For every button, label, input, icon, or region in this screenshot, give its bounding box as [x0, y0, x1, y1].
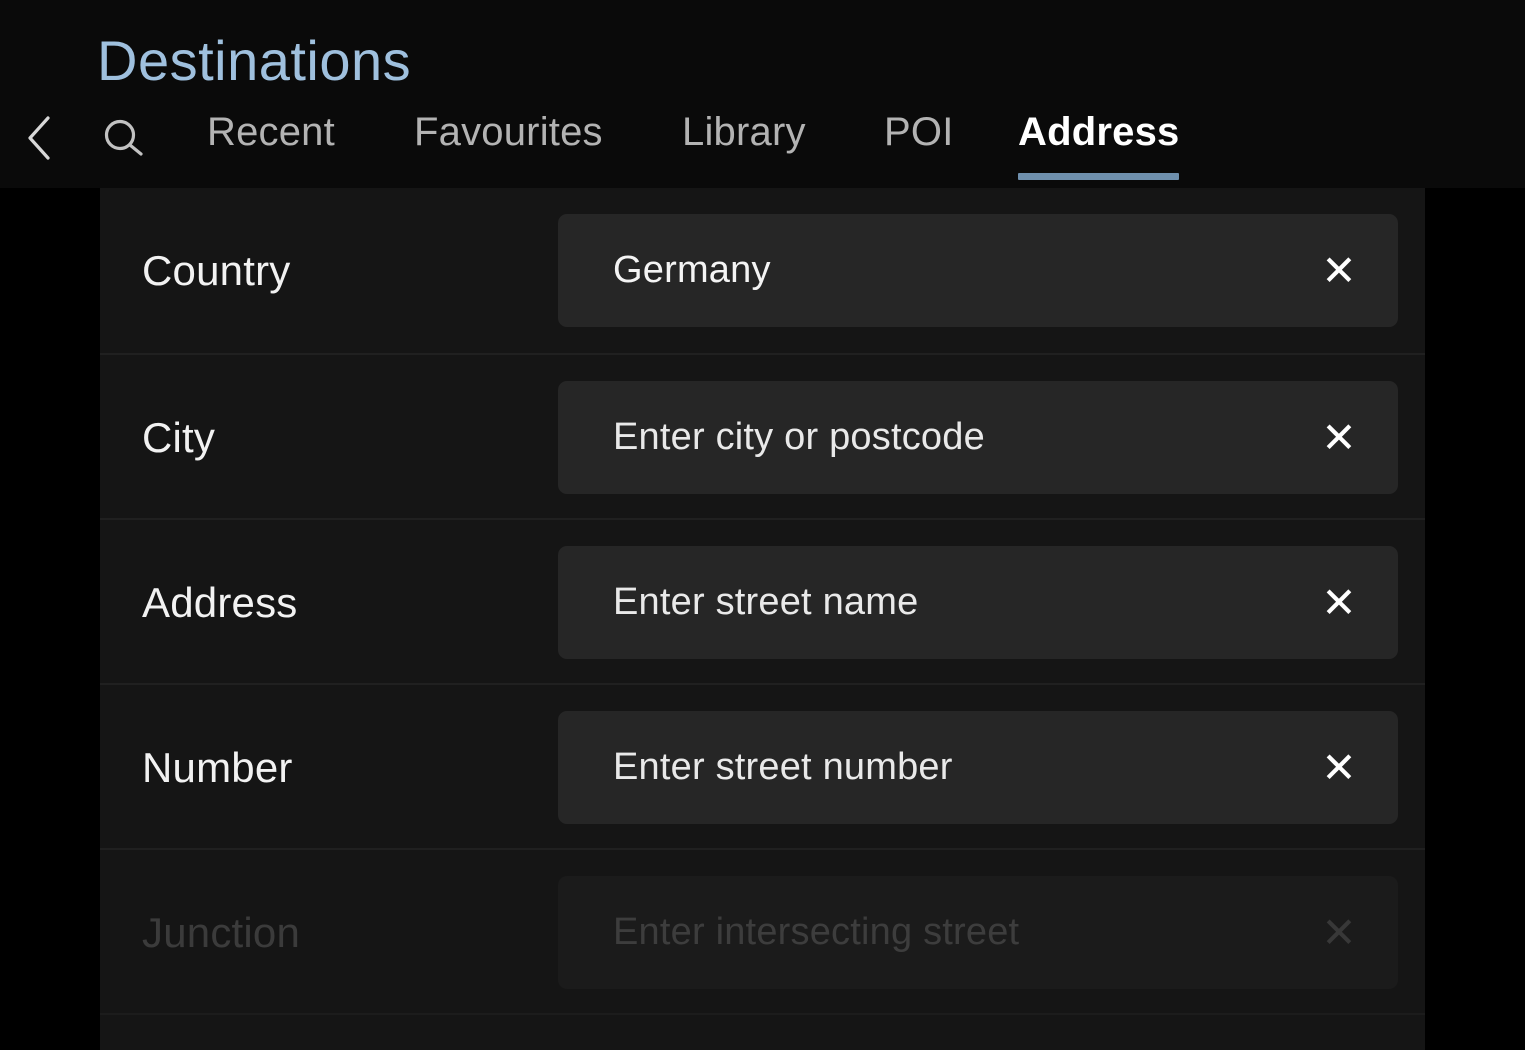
address-input[interactable]: Enter street name ✕: [558, 546, 1398, 659]
address-input-placeholder: Enter street name: [613, 546, 918, 659]
field-label-address: Address: [142, 520, 297, 685]
close-icon: ✕: [1321, 912, 1356, 954]
junction-input-placeholder: Enter intersecting street: [613, 876, 1019, 989]
search-icon: [101, 116, 147, 162]
tab-favourites-label: Favourites: [414, 110, 603, 154]
number-input[interactable]: Enter street number ✕: [558, 711, 1398, 824]
header: Destinations Recent: [0, 0, 1525, 188]
tab-favourites[interactable]: Favourites: [414, 108, 603, 180]
tab-recent-label: Recent: [207, 110, 335, 154]
navigation-tab-bar: Recent Favourites Library POI Address: [0, 108, 1525, 180]
form-row-number: Number Enter street number ✕: [100, 685, 1425, 850]
tab-recent[interactable]: Recent: [207, 108, 335, 180]
close-icon: ✕: [1321, 582, 1356, 624]
tab-library-label: Library: [682, 110, 806, 154]
clear-country-button[interactable]: ✕: [1308, 214, 1370, 327]
address-form: Country Germany ✕ City Enter city or pos…: [100, 188, 1425, 1050]
clear-city-button[interactable]: ✕: [1308, 381, 1370, 494]
close-icon: ✕: [1321, 417, 1356, 459]
chevron-left-icon: [24, 114, 54, 162]
clear-number-button[interactable]: ✕: [1308, 711, 1370, 824]
country-input[interactable]: Germany ✕: [558, 214, 1398, 327]
form-row-junction: Junction Enter intersecting street ✕: [100, 850, 1425, 1015]
close-icon: ✕: [1321, 250, 1356, 292]
clear-address-button[interactable]: ✕: [1308, 546, 1370, 659]
field-label-country: Country: [142, 188, 290, 353]
form-row-city: City Enter city or postcode ✕: [100, 355, 1425, 520]
tab-poi[interactable]: POI: [884, 108, 954, 180]
tab-address-label: Address: [1018, 110, 1179, 154]
form-row-address: Address Enter street name ✕: [100, 520, 1425, 685]
field-label-number: Number: [142, 685, 293, 850]
tab-active-underline: [1018, 173, 1179, 180]
search-button[interactable]: [96, 114, 152, 164]
clear-junction-button: ✕: [1308, 876, 1370, 989]
form-row-country: Country Germany ✕: [100, 188, 1425, 355]
city-input[interactable]: Enter city or postcode ✕: [558, 381, 1398, 494]
destinations-screen: Destinations Recent: [0, 0, 1525, 1050]
city-input-placeholder: Enter city or postcode: [613, 381, 985, 494]
page-title: Destinations: [97, 33, 411, 89]
junction-input: Enter intersecting street ✕: [558, 876, 1398, 989]
tab-library[interactable]: Library: [682, 108, 806, 180]
close-icon: ✕: [1321, 747, 1356, 789]
tab-poi-label: POI: [884, 110, 954, 154]
number-input-placeholder: Enter street number: [613, 711, 953, 824]
country-input-value: Germany: [613, 214, 771, 327]
back-button[interactable]: [17, 112, 61, 164]
tab-address[interactable]: Address: [1018, 108, 1179, 180]
field-label-city: City: [142, 355, 215, 520]
field-label-junction: Junction: [142, 850, 300, 1015]
